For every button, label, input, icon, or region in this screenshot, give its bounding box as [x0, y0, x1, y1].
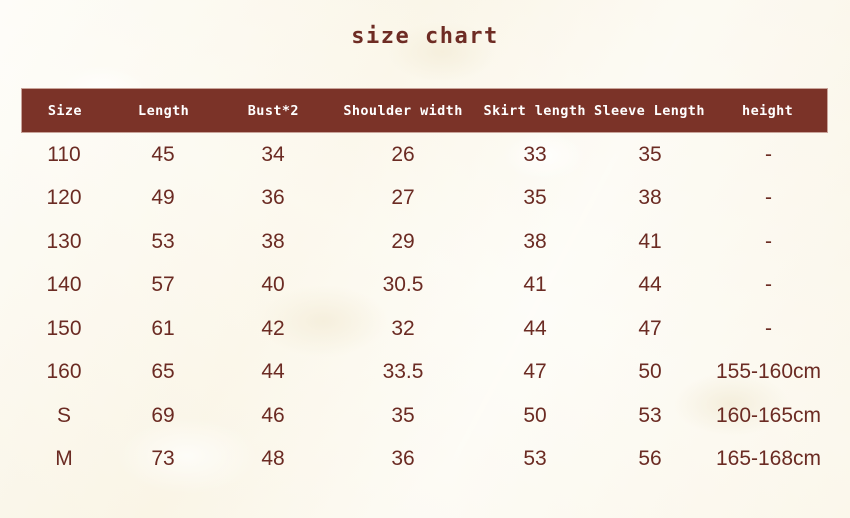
column-header-height: height	[742, 102, 794, 119]
cell-height: 165-168cm	[715, 447, 822, 471]
cell-size: 150	[46, 316, 82, 340]
column-header-bust: Bust*2	[247, 102, 299, 119]
cell-sleeve-length: 56	[638, 447, 662, 471]
cell-size: 130	[46, 229, 82, 253]
cell-bust: 38	[261, 229, 285, 253]
cell-height: -	[765, 142, 772, 166]
cell-length: 69	[151, 403, 175, 427]
cell-skirt-length: 35	[523, 186, 547, 210]
cell-size: M	[55, 447, 73, 471]
table-row: 130 53 38 29 38 41 -	[21, 220, 828, 264]
cell-height: 155-160cm	[715, 360, 822, 384]
cell-bust: 34	[261, 142, 285, 166]
cell-sleeve-length: 44	[638, 273, 662, 297]
cell-size: 160	[46, 360, 82, 384]
cell-shoulder-width: 26	[391, 142, 415, 166]
column-header-shoulder-width: Shoulder width	[343, 102, 463, 119]
column-header-skirt-length: Skirt length	[483, 102, 586, 119]
cell-bust: 44	[261, 360, 285, 384]
cell-sleeve-length: 35	[638, 142, 662, 166]
size-chart-table: Size Length Bust*2 Shoulder width Skirt …	[21, 88, 828, 481]
cell-bust: 48	[261, 447, 285, 471]
cell-shoulder-width: 27	[391, 186, 415, 210]
cell-length: 45	[151, 142, 175, 166]
cell-size: S	[56, 403, 71, 427]
cell-length: 73	[151, 447, 175, 471]
cell-skirt-length: 33	[523, 142, 547, 166]
table-row: 120 49 36 27 35 38 -	[21, 177, 828, 221]
table-row: S 69 46 35 50 53 160-165cm	[21, 394, 828, 438]
table-header-row: Size Length Bust*2 Shoulder width Skirt …	[21, 88, 828, 133]
cell-sleeve-length: 47	[638, 316, 662, 340]
cell-length: 65	[151, 360, 175, 384]
table-row: M 73 48 36 53 56 165-168cm	[21, 438, 828, 482]
cell-skirt-length: 38	[523, 229, 547, 253]
size-chart-page: size chart Size Length Bust*2 Shoulder w…	[0, 0, 850, 518]
column-header-size: Size	[47, 102, 82, 119]
cell-skirt-length: 41	[523, 273, 547, 297]
cell-height: -	[765, 316, 772, 340]
table-row: 140 57 40 30.5 41 44 -	[21, 264, 828, 308]
cell-height: -	[765, 186, 772, 210]
cell-height: -	[765, 273, 772, 297]
cell-size: 140	[46, 273, 82, 297]
cell-shoulder-width: 30.5	[382, 273, 424, 297]
table-row: 150 61 42 32 44 47 -	[21, 307, 828, 351]
cell-size: 110	[47, 142, 81, 166]
cell-shoulder-width: 29	[391, 229, 415, 253]
table-row: 110 45 34 26 33 35 -	[21, 133, 828, 177]
cell-height: -	[765, 229, 772, 253]
cell-sleeve-length: 38	[638, 186, 662, 210]
cell-length: 49	[151, 186, 175, 210]
cell-bust: 42	[261, 316, 285, 340]
cell-skirt-length: 47	[523, 360, 547, 384]
cell-sleeve-length: 53	[638, 403, 662, 427]
cell-length: 57	[151, 273, 175, 297]
cell-shoulder-width: 32	[391, 316, 415, 340]
column-header-length: Length	[138, 102, 190, 119]
cell-sleeve-length: 50	[638, 360, 662, 384]
column-header-sleeve-length: Sleeve Length	[593, 102, 705, 119]
cell-sleeve-length: 41	[638, 229, 662, 253]
cell-length: 53	[151, 229, 175, 253]
cell-skirt-length: 44	[523, 316, 547, 340]
cell-bust: 46	[261, 403, 285, 427]
table-row: 160 65 44 33.5 47 50 155-160cm	[21, 351, 828, 395]
cell-bust: 40	[261, 273, 285, 297]
cell-bust: 36	[261, 186, 285, 210]
cell-skirt-length: 50	[523, 403, 547, 427]
cell-height: 160-165cm	[715, 403, 822, 427]
cell-shoulder-width: 35	[391, 403, 415, 427]
cell-length: 61	[151, 316, 175, 340]
cell-size: 120	[46, 186, 82, 210]
page-title: size chart	[351, 24, 499, 49]
cell-shoulder-width: 36	[391, 447, 415, 471]
cell-shoulder-width: 33.5	[382, 360, 424, 384]
cell-skirt-length: 53	[523, 447, 547, 471]
